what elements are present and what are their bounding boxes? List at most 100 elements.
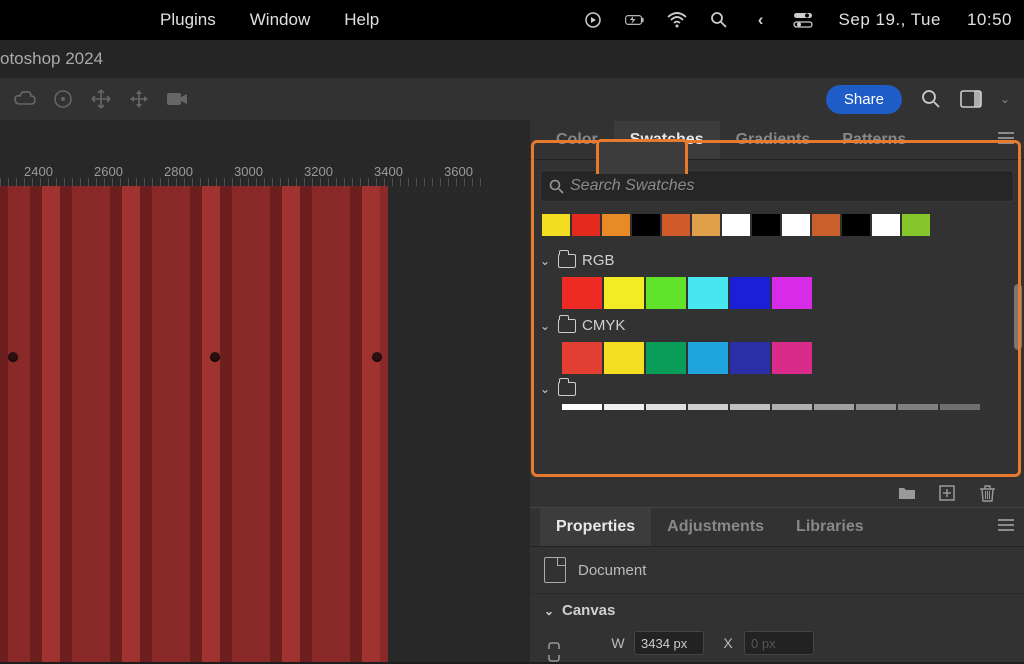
swatch[interactable] xyxy=(812,214,840,236)
canvas-dimensions-row: W X xyxy=(530,627,1024,659)
chevron-down-icon: ⌄ xyxy=(540,382,552,396)
swatch[interactable] xyxy=(814,404,854,410)
camera-icon[interactable] xyxy=(166,88,188,110)
workspace-dropdown-icon[interactable]: ⌄ xyxy=(1000,92,1010,106)
swatch[interactable] xyxy=(688,277,728,309)
cloud-icon[interactable] xyxy=(14,88,36,110)
tab-color[interactable]: Color xyxy=(540,121,614,159)
swatch[interactable] xyxy=(646,342,686,374)
swatch[interactable] xyxy=(542,214,570,236)
swatch[interactable] xyxy=(662,214,690,236)
swatch[interactable] xyxy=(604,342,644,374)
swatch[interactable] xyxy=(562,342,602,374)
swatch[interactable] xyxy=(562,404,602,410)
horizontal-ruler[interactable]: 2400 2600 2800 3000 3200 3400 3600 xyxy=(0,160,484,186)
swatch[interactable] xyxy=(872,214,900,236)
group-label: CMYK xyxy=(582,317,625,334)
swatch[interactable] xyxy=(646,277,686,309)
macos-menubar: Plugins Window Help ‹ Sep 19., Tue 10:50 xyxy=(0,0,1024,40)
swatch[interactable] xyxy=(688,404,728,410)
properties-panel: Properties Adjustments Libraries Documen… xyxy=(530,507,1024,662)
workspace-icon[interactable] xyxy=(960,88,982,110)
swatch-group: ⌄ CMYK xyxy=(540,317,1014,376)
menubar-time[interactable]: 10:50 xyxy=(967,10,1012,30)
swatch[interactable] xyxy=(856,404,896,410)
menubar-chevron-icon[interactable]: ‹ xyxy=(751,10,771,30)
swatch[interactable] xyxy=(772,404,812,410)
swatches-search[interactable] xyxy=(540,170,1014,202)
wifi-icon[interactable] xyxy=(667,10,687,30)
swatch[interactable] xyxy=(730,277,770,309)
width-field[interactable] xyxy=(634,631,704,655)
tab-gradients[interactable]: Gradients xyxy=(720,121,827,159)
swatch[interactable] xyxy=(772,277,812,309)
battery-icon[interactable] xyxy=(625,10,645,30)
tab-swatches[interactable]: Swatches xyxy=(614,121,720,159)
ruler-tick: 2800 xyxy=(164,164,193,179)
menubar-date[interactable]: Sep 19., Tue xyxy=(839,10,941,30)
swatch[interactable] xyxy=(772,342,812,374)
app-title: otoshop 2024 xyxy=(0,49,103,69)
swatch[interactable] xyxy=(782,214,810,236)
swatch[interactable] xyxy=(940,404,980,410)
swatch[interactable] xyxy=(646,404,686,410)
swatch[interactable] xyxy=(902,214,930,236)
new-swatch-icon[interactable] xyxy=(938,484,956,502)
swatch[interactable] xyxy=(898,404,938,410)
swatches-footer xyxy=(530,479,1024,507)
group-label: RGB xyxy=(582,252,615,269)
swatch[interactable] xyxy=(604,404,644,410)
canvas-section-header[interactable]: ⌄ Canvas xyxy=(530,594,1024,627)
tab-properties[interactable]: Properties xyxy=(540,508,651,546)
swatch-group-header[interactable]: ⌄ xyxy=(540,382,1014,396)
menu-window[interactable]: Window xyxy=(250,10,310,30)
scrollbar-thumb[interactable] xyxy=(1014,284,1022,350)
swatch[interactable] xyxy=(692,214,720,236)
swatches-panel-tabs: Color Swatches Gradients Patterns xyxy=(530,120,1024,160)
swatch[interactable] xyxy=(572,214,600,236)
swatch[interactable] xyxy=(604,277,644,309)
swatch[interactable] xyxy=(688,342,728,374)
share-button[interactable]: Share xyxy=(826,85,902,114)
swatch-row xyxy=(540,402,1014,412)
link-dims-icon[interactable] xyxy=(548,642,564,664)
swatch-group: ⌄RGB xyxy=(540,252,1014,311)
control-center-icon[interactable] xyxy=(793,10,813,30)
swatch[interactable] xyxy=(602,214,630,236)
ruler-tick: 3600 xyxy=(444,164,473,179)
canvas-section-label: Canvas xyxy=(562,602,615,619)
menu-help[interactable]: Help xyxy=(344,10,379,30)
ruler-tick: 2400 xyxy=(24,164,53,179)
swatch-group-header[interactable]: ⌄RGB xyxy=(540,252,1014,269)
swatches-folder-icon[interactable] xyxy=(898,484,916,502)
x-field[interactable] xyxy=(744,631,814,655)
chevron-down-icon: ⌄ xyxy=(544,604,556,618)
swatch[interactable] xyxy=(730,404,770,410)
swatch[interactable] xyxy=(752,214,780,236)
spotlight-icon[interactable] xyxy=(709,10,729,30)
menu-plugins[interactable]: Plugins xyxy=(160,10,216,30)
move-icon[interactable] xyxy=(90,88,112,110)
document-icon xyxy=(544,557,566,583)
swatch[interactable] xyxy=(562,277,602,309)
swatch[interactable] xyxy=(730,342,770,374)
chevron-down-icon: ⌄ xyxy=(540,319,552,333)
swatch[interactable] xyxy=(722,214,750,236)
tab-patterns[interactable]: Patterns xyxy=(826,121,922,159)
document-canvas[interactable] xyxy=(0,186,388,662)
move-alt-icon[interactable] xyxy=(128,88,150,110)
panel-menu-icon[interactable] xyxy=(998,519,1014,535)
screen-record-icon[interactable] xyxy=(583,10,603,30)
tab-libraries[interactable]: Libraries xyxy=(780,508,880,546)
swatch[interactable] xyxy=(842,214,870,236)
swatches-search-input[interactable] xyxy=(570,177,1005,195)
target-icon[interactable] xyxy=(52,88,74,110)
swatches-panel-body: ⌄RGB ⌄ CMYK ⌄ xyxy=(530,160,1024,497)
search-icon[interactable] xyxy=(920,88,942,110)
swatch[interactable] xyxy=(632,214,660,236)
swatch-group-header[interactable]: ⌄ CMYK xyxy=(540,317,1014,334)
trash-icon[interactable] xyxy=(978,484,996,502)
tab-adjustments[interactable]: Adjustments xyxy=(651,508,780,546)
panel-menu-icon[interactable] xyxy=(998,132,1014,148)
x-label: X xyxy=(720,635,736,651)
